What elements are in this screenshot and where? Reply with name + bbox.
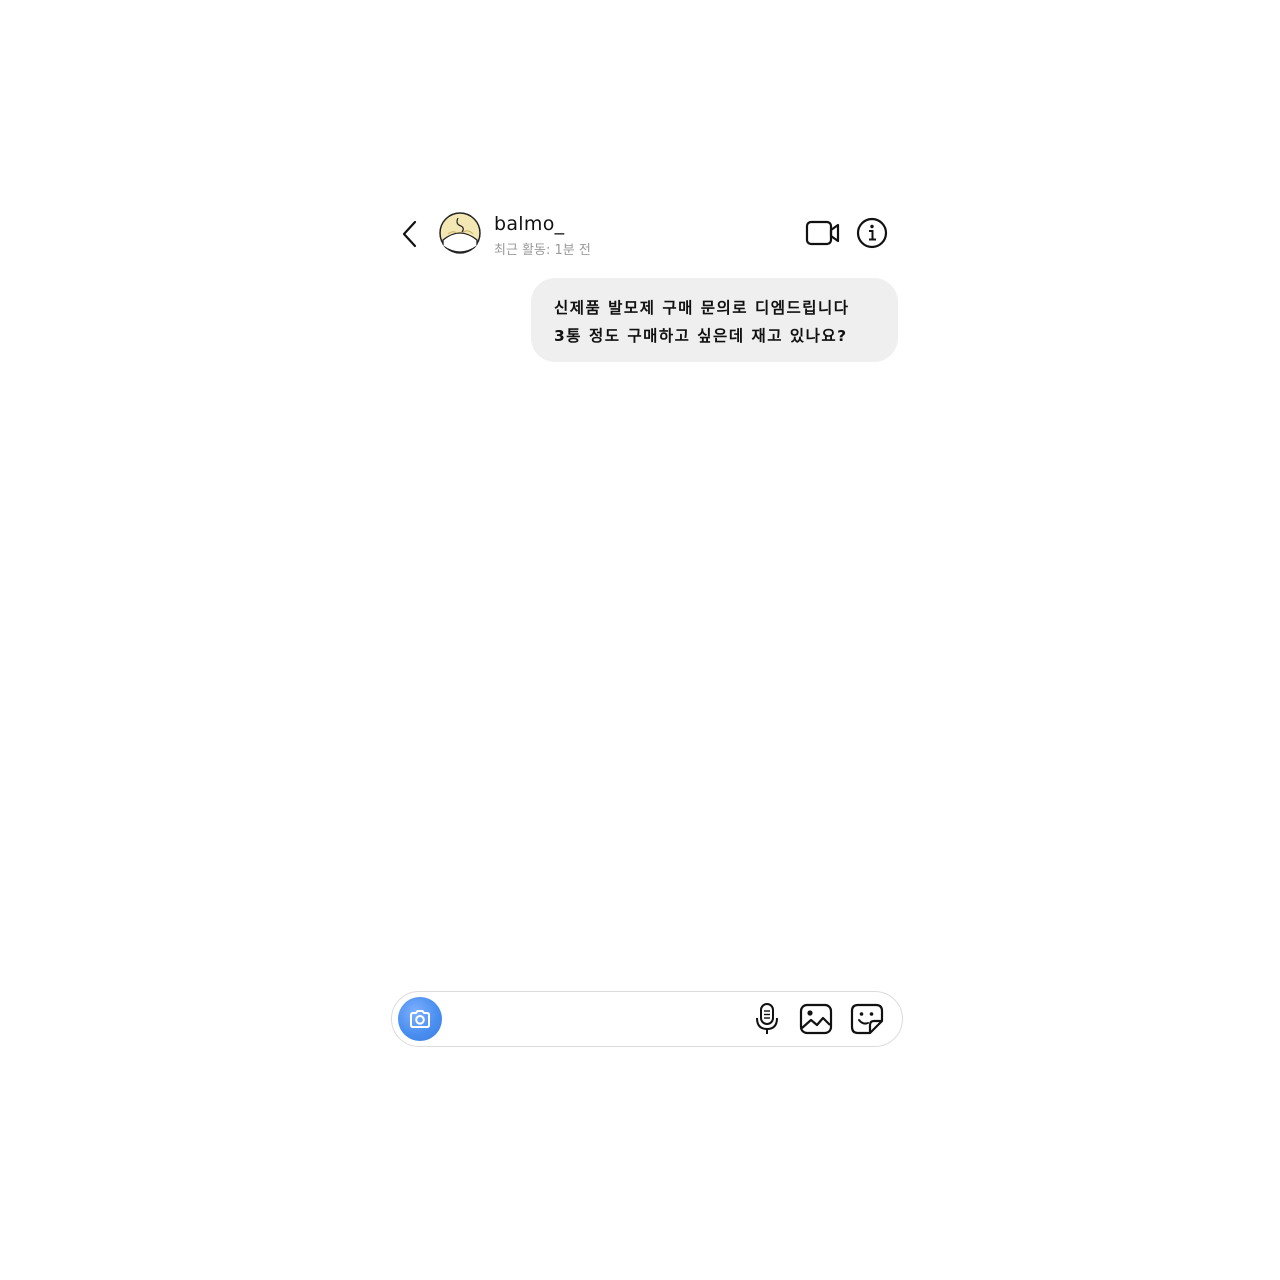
dm-conversation-screen: balmo_ 최근 활동: 1분 전 신제품 발모제 구매 문의로 디엠드립니다… xyxy=(0,0,1280,1280)
avatar[interactable] xyxy=(439,212,481,254)
camera-icon xyxy=(410,1010,430,1028)
sticker-icon xyxy=(850,1003,884,1035)
message-input[interactable] xyxy=(454,1002,738,1038)
message-line: 신제품 발모제 구매 문의로 디엠드립니다 xyxy=(554,299,850,317)
chat-header: balmo_ 최근 활동: 1분 전 xyxy=(390,204,902,264)
activity-status: 최근 활동: 1분 전 xyxy=(494,243,591,258)
message-composer xyxy=(391,991,903,1047)
sticker-button[interactable] xyxy=(850,1003,884,1035)
voice-message-button[interactable] xyxy=(752,1002,782,1036)
info-icon xyxy=(856,217,888,249)
image-icon xyxy=(799,1003,833,1035)
microphone-icon xyxy=(756,1003,778,1034)
username[interactable]: balmo_ xyxy=(494,213,564,235)
profile-picture xyxy=(439,212,481,254)
video-camera-icon xyxy=(805,220,840,246)
chevron-left-icon xyxy=(402,220,417,248)
video-call-button[interactable] xyxy=(805,218,841,248)
info-button[interactable] xyxy=(856,217,888,249)
gallery-button[interactable] xyxy=(799,1003,833,1035)
outgoing-message-bubble[interactable]: 신제품 발모제 구매 문의로 디엠드립니다 3통 정도 구매하고 싶은데 재고 … xyxy=(531,278,898,362)
message-line: 3통 정도 구매하고 싶은데 재고 있나요? xyxy=(554,327,848,345)
back-button[interactable] xyxy=(398,218,422,250)
camera-button[interactable] xyxy=(398,997,442,1041)
